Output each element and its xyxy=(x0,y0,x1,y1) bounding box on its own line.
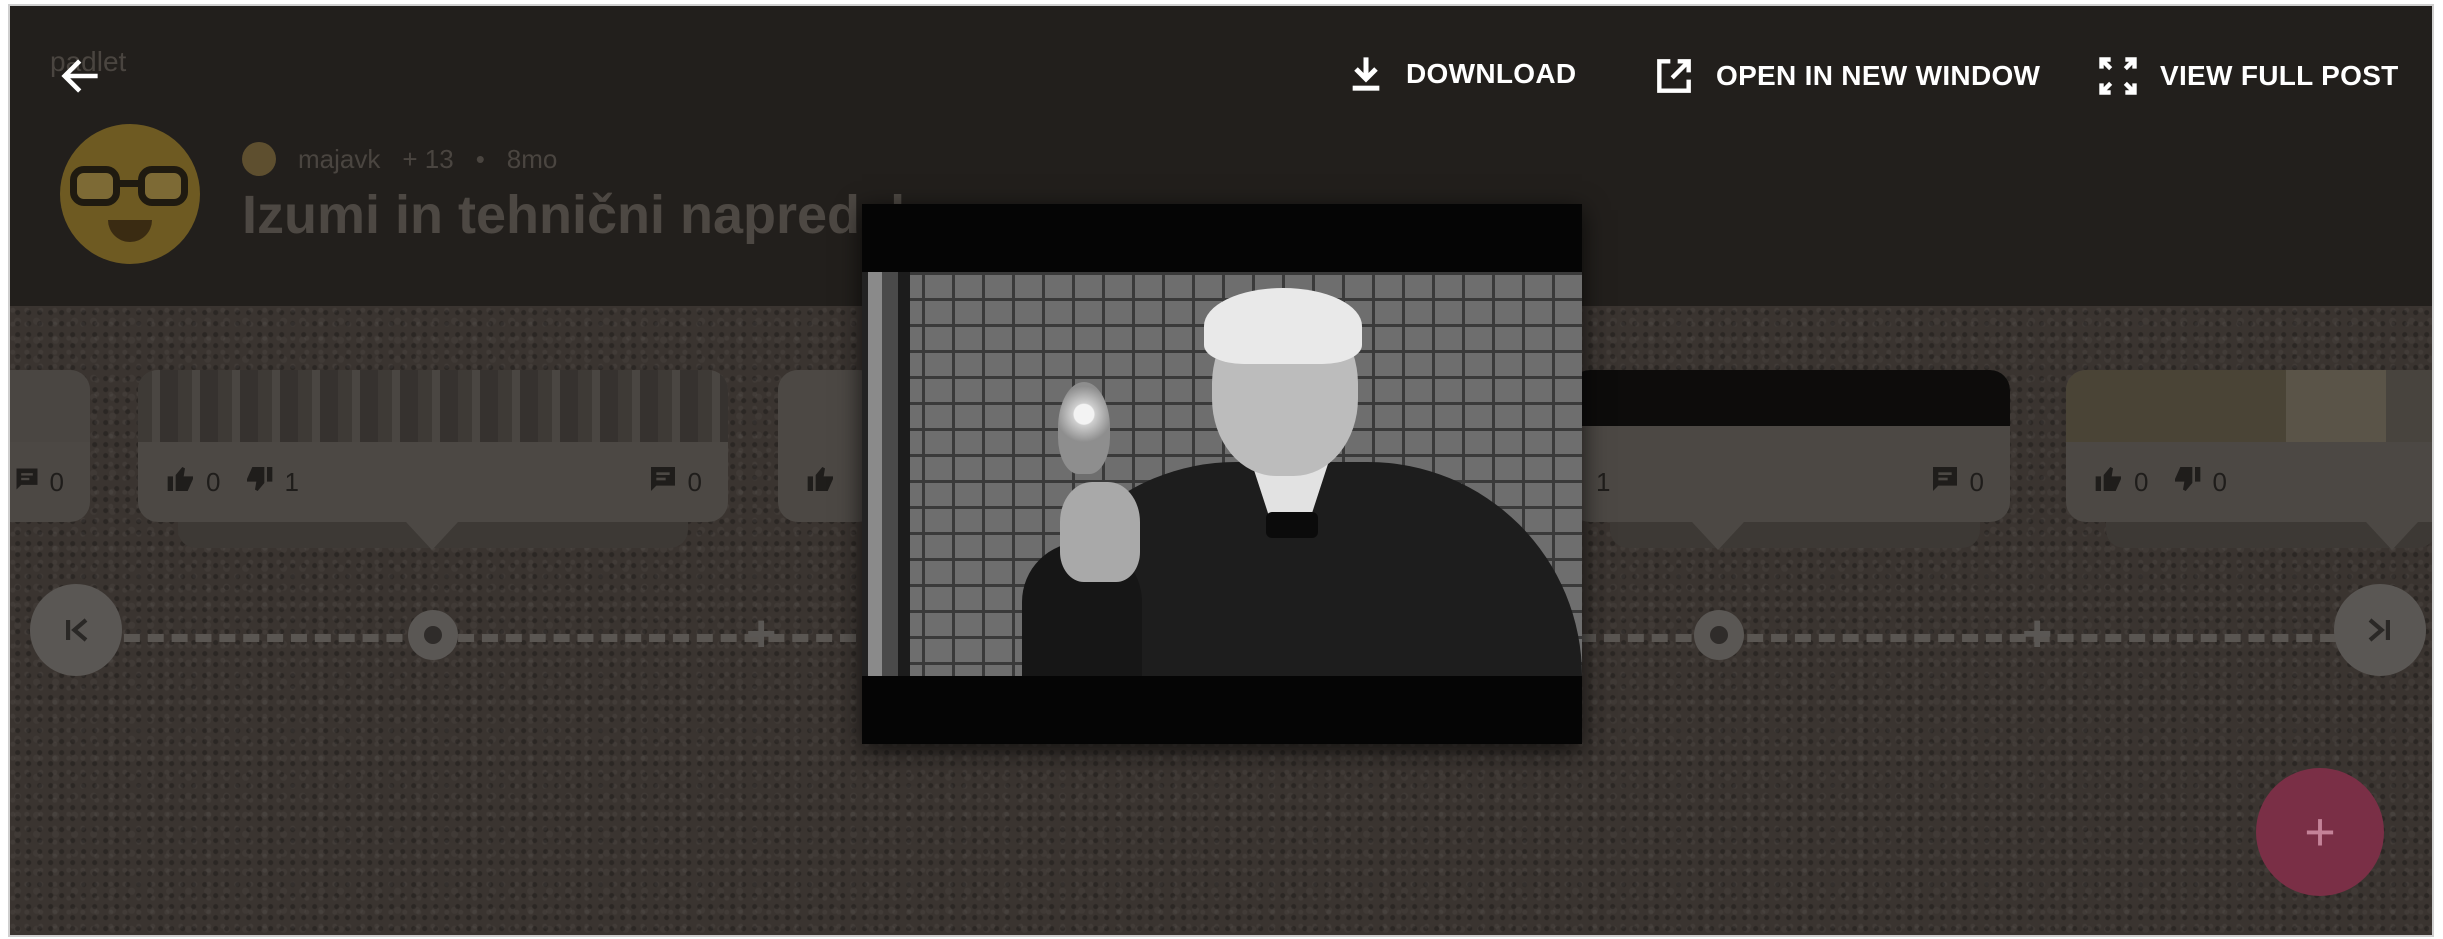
timeline-card[interactable]: 1 0 xyxy=(1570,370,2010,522)
timeline-node-dot xyxy=(1710,626,1728,644)
comment-count: 0 xyxy=(49,466,64,497)
photo-pillar xyxy=(862,272,910,676)
card-thumbnail xyxy=(10,370,90,442)
photo-figure-hair xyxy=(1204,288,1362,364)
card-shadow xyxy=(1610,522,1980,548)
open-external-icon xyxy=(1657,59,1691,93)
card-thumbnail xyxy=(1570,370,2010,442)
add-post-plus-icon[interactable]: + xyxy=(2022,608,2052,660)
card-thumbnail xyxy=(2066,370,2432,442)
add-post-plus-icon[interactable]: + xyxy=(746,608,776,660)
preview-toolbar: DOWNLOAD OPEN IN NEW WINDOW VIEW FULL PO… xyxy=(10,6,2432,146)
photo-figure-tie xyxy=(1266,512,1318,538)
back-arrow-icon xyxy=(61,59,98,93)
like-count: 0 xyxy=(2134,466,2149,497)
card-thumbnail xyxy=(138,370,728,442)
comment-count: 0 xyxy=(687,466,702,497)
dislike-count: 1 xyxy=(1596,466,1611,497)
last-page-icon xyxy=(2368,618,2390,642)
dislike-count: 0 xyxy=(2212,466,2227,497)
card-pointer xyxy=(1692,522,1744,550)
timeline-card[interactable]: 0 0 xyxy=(2066,370,2432,522)
thumbs-down-icon[interactable] xyxy=(242,463,276,502)
view-full-post-button[interactable]: VIEW FULL POST xyxy=(2096,54,2399,98)
light-bulb xyxy=(1058,382,1110,474)
card-pointer xyxy=(2366,522,2418,550)
timeline-node[interactable] xyxy=(408,610,458,660)
first-page-button[interactable] xyxy=(30,584,122,676)
glasses-right xyxy=(138,166,188,206)
author-avatar xyxy=(242,142,276,176)
author-name[interactable]: majavk xyxy=(298,144,380,175)
download-icon xyxy=(1352,57,1380,91)
thumbs-down-icon[interactable] xyxy=(2170,463,2204,502)
view-full-post-label: VIEW FULL POST xyxy=(2160,60,2399,91)
app-window: padlet majavk + 13 • 8mo Izumi in tehnič… xyxy=(8,4,2434,937)
meta-dot: • xyxy=(475,143,485,174)
download-button[interactable]: DOWNLOAD xyxy=(1346,54,1576,94)
post-age: 8mo xyxy=(506,143,558,174)
back-button[interactable] xyxy=(50,46,110,106)
timeline-node-dot xyxy=(424,626,442,644)
card-stats: 0 0 xyxy=(2066,442,2432,522)
image-preview[interactable] xyxy=(862,204,1582,744)
thumbs-up-icon[interactable] xyxy=(164,463,198,502)
last-page-button[interactable] xyxy=(2334,584,2426,676)
comment-count: 0 xyxy=(1969,466,1984,497)
preview-photo xyxy=(862,272,1582,676)
fullscreen-icon xyxy=(2099,57,2137,95)
first-page-icon xyxy=(66,618,88,642)
post-score: + 13 xyxy=(402,143,454,174)
download-label: DOWNLOAD xyxy=(1406,58,1577,89)
post-meta: majavk + 13 • 8mo xyxy=(242,142,557,176)
add-post-fab[interactable]: + xyxy=(2256,768,2384,896)
comment-icon[interactable] xyxy=(12,465,42,500)
timeline-card[interactable]: 0 xyxy=(10,370,90,522)
glasses-left xyxy=(70,166,120,206)
dislike-count: 1 xyxy=(284,466,299,497)
card-stats: 0 1 0 xyxy=(138,442,728,522)
open-in-new-window-label: OPEN IN NEW WINDOW xyxy=(1716,60,2041,91)
timeline-card[interactable]: 0 1 0 xyxy=(138,370,728,522)
comment-icon[interactable] xyxy=(646,463,680,502)
photo-figure-hand xyxy=(1060,482,1140,582)
like-count: 0 xyxy=(206,466,221,497)
card-pointer xyxy=(406,522,458,550)
card-stats: 0 xyxy=(10,442,90,522)
open-in-new-window-button[interactable]: OPEN IN NEW WINDOW xyxy=(1652,54,2040,98)
timeline-node[interactable] xyxy=(1694,610,1744,660)
thumbnail-dark-band xyxy=(1570,370,2010,426)
avatar-mouth xyxy=(108,220,152,242)
comment-icon[interactable] xyxy=(1928,463,1962,502)
board-title: Izumi in tehnični napredek xyxy=(242,185,921,245)
glasses-bridge xyxy=(118,180,140,187)
card-stats: 1 0 xyxy=(1570,442,2010,522)
thumbs-up-icon[interactable] xyxy=(804,463,838,502)
thumbs-up-icon[interactable] xyxy=(2092,463,2126,502)
